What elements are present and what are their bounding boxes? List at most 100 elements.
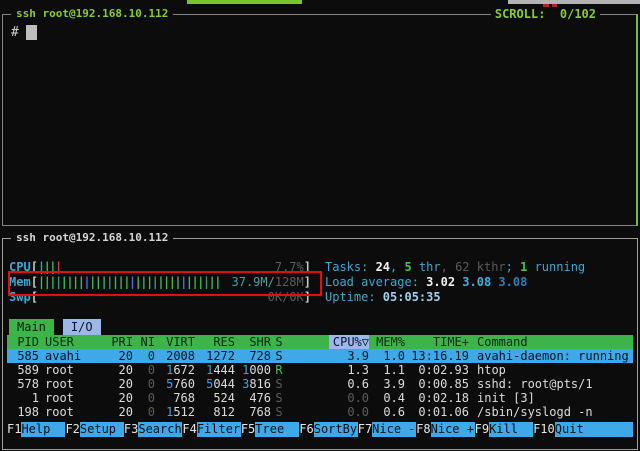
shell-prompt: # (11, 25, 19, 40)
fkey-action-label: SortBy (314, 422, 358, 437)
cell-pid: 578 (7, 377, 39, 391)
top-edge-green-strip (187, 0, 302, 4)
fkey-search[interactable]: F3Search (124, 422, 182, 437)
cell-time: 0:02.93 (405, 363, 469, 377)
fkey-number: F9 (475, 422, 489, 437)
column-header-s[interactable]: S (271, 335, 287, 349)
fkey-number: F7 (358, 422, 372, 437)
cell-ni: 0 (133, 363, 155, 377)
scroll-indicator: SCROLL: 0/102 (491, 7, 600, 21)
column-header-virt[interactable]: VIRT (155, 335, 195, 349)
cell-mem: 0.6 (369, 405, 405, 419)
cell-gap (287, 363, 329, 377)
fkey-action-label: Search (138, 422, 182, 437)
cell-cmd: htop (469, 363, 633, 377)
cell-cpu: 0.0 (329, 391, 369, 405)
cell-s: S (271, 391, 287, 405)
process-row[interactable]: 1root200768524476S0.00.40:02.18init [3] (7, 391, 633, 405)
column-header-cmd[interactable]: Command (469, 335, 633, 349)
cell-virt: 1672 (155, 363, 195, 377)
cell-res: 5044 (195, 377, 235, 391)
cell-s: S (271, 377, 287, 391)
fkey-nice-[interactable]: F7Nice - (358, 422, 416, 437)
cell-res: 524 (195, 391, 235, 405)
cell-ni: 0 (133, 349, 155, 363)
cell-cpu: 3.9 (329, 349, 369, 363)
cell-cmd: /sbin/syslogd -n (469, 405, 633, 419)
cell-time: 13:16.19 (405, 349, 469, 363)
cell-user: root (39, 391, 107, 405)
fkey-help[interactable]: F1Help (7, 422, 65, 437)
fkey-nice-[interactable]: F8Nice + (416, 422, 474, 437)
cell-pri: 20 (107, 377, 133, 391)
column-header-mem[interactable]: MEM% (369, 335, 405, 349)
cell-pri: 20 (107, 363, 133, 377)
cell-ni: 0 (133, 405, 155, 419)
fkey-action-label: Filter (197, 422, 241, 437)
load-average-line: Load average: 3.02 3.08 3.08 (325, 275, 633, 290)
cell-mem: 3.9 (369, 377, 405, 391)
cell-virt: 5760 (155, 377, 195, 391)
top-edge-gray-strip (508, 0, 640, 4)
column-header-shr[interactable]: SHR (235, 335, 271, 349)
cell-user: root (39, 405, 107, 419)
cell-mem: 0.4 (369, 391, 405, 405)
cell-user: avahi (39, 349, 107, 363)
cell-cmd: init [3] (469, 391, 633, 405)
fkey-action-label: Tree (255, 422, 299, 437)
process-row[interactable]: 578root200576050443816S0.63.90:00.85sshd… (7, 377, 633, 391)
fkey-quit[interactable]: F10Quit (533, 422, 633, 437)
fkey-number: F4 (182, 422, 196, 437)
shell-prompt-line: # (11, 25, 37, 41)
fkey-number: F3 (124, 422, 138, 437)
cell-virt: 2008 (155, 349, 195, 363)
tab-i-o[interactable]: I/O (63, 319, 101, 335)
column-header-ni[interactable]: NI (133, 335, 155, 349)
terminal-cursor (26, 25, 37, 40)
cell-time: 0:01.06 (405, 405, 469, 419)
cell-res: 1444 (195, 363, 235, 377)
process-table-body: 585avahi20020081272728S3.91.013:16.19ava… (7, 349, 633, 419)
fkey-kill[interactable]: F9Kill (475, 422, 533, 437)
cell-shr: 476 (235, 391, 271, 405)
fkey-filter[interactable]: F4Filter (182, 422, 240, 437)
process-row[interactable]: 585avahi20020081272728S3.91.013:16.19ava… (7, 349, 633, 363)
fkey-tree[interactable]: F5Tree (241, 422, 299, 437)
column-header-res[interactable]: RES (195, 335, 235, 349)
cell-shr: 3816 (235, 377, 271, 391)
cell-virt: 768 (155, 391, 195, 405)
cell-pid: 1 (7, 391, 39, 405)
fkey-number: F2 (65, 422, 79, 437)
fkey-number: F10 (533, 422, 555, 437)
column-header-user[interactable]: USER (39, 335, 107, 349)
column-header-pid[interactable]: PID (7, 335, 39, 349)
fkey-action-label: Quit (555, 422, 633, 437)
fkey-action-label: Help (21, 422, 65, 437)
cell-gap (287, 405, 329, 419)
cell-pid: 589 (7, 363, 39, 377)
top-terminal-pane[interactable]: ssh root@192.168.10.112 SCROLL: 0/102 # (2, 14, 638, 226)
cell-res: 1272 (195, 349, 235, 363)
fkey-number: F1 (7, 422, 21, 437)
htop-tab-bar: Main I/O (9, 319, 101, 335)
cell-mem: 1.0 (369, 349, 405, 363)
cell-gap (287, 377, 329, 391)
fkey-setup[interactable]: F2Setup (65, 422, 123, 437)
cell-ni: 0 (133, 377, 155, 391)
column-header-cpu[interactable]: CPU%▽ (329, 335, 369, 349)
process-row[interactable]: 198root2001512812768S0.00.60:01.06/sbin/… (7, 405, 633, 419)
column-header-pri[interactable]: PRI (107, 335, 133, 349)
bottom-terminal-pane[interactable]: ssh root@192.168.10.112 CPU[||||7.7%]Mem… (2, 238, 638, 450)
top-pane-title: ssh root@192.168.10.112 (11, 7, 173, 20)
column-header-time[interactable]: TIME+ (405, 335, 469, 349)
fkey-action-label: Kill (489, 422, 533, 437)
tasks-line: Tasks: 24, 5 thr, 62 kthr; 1 running (325, 260, 633, 275)
fkey-number: F6 (299, 422, 313, 437)
fkey-number: F8 (416, 422, 430, 437)
process-row[interactable]: 589root200167214441000R1.31.10:02.93htop (7, 363, 633, 377)
fkey-sortby[interactable]: F6SortBy (299, 422, 357, 437)
tab-main[interactable]: Main (9, 319, 54, 335)
cell-res: 812 (195, 405, 235, 419)
cell-pri: 20 (107, 349, 133, 363)
cell-cpu: 0.0 (329, 405, 369, 419)
